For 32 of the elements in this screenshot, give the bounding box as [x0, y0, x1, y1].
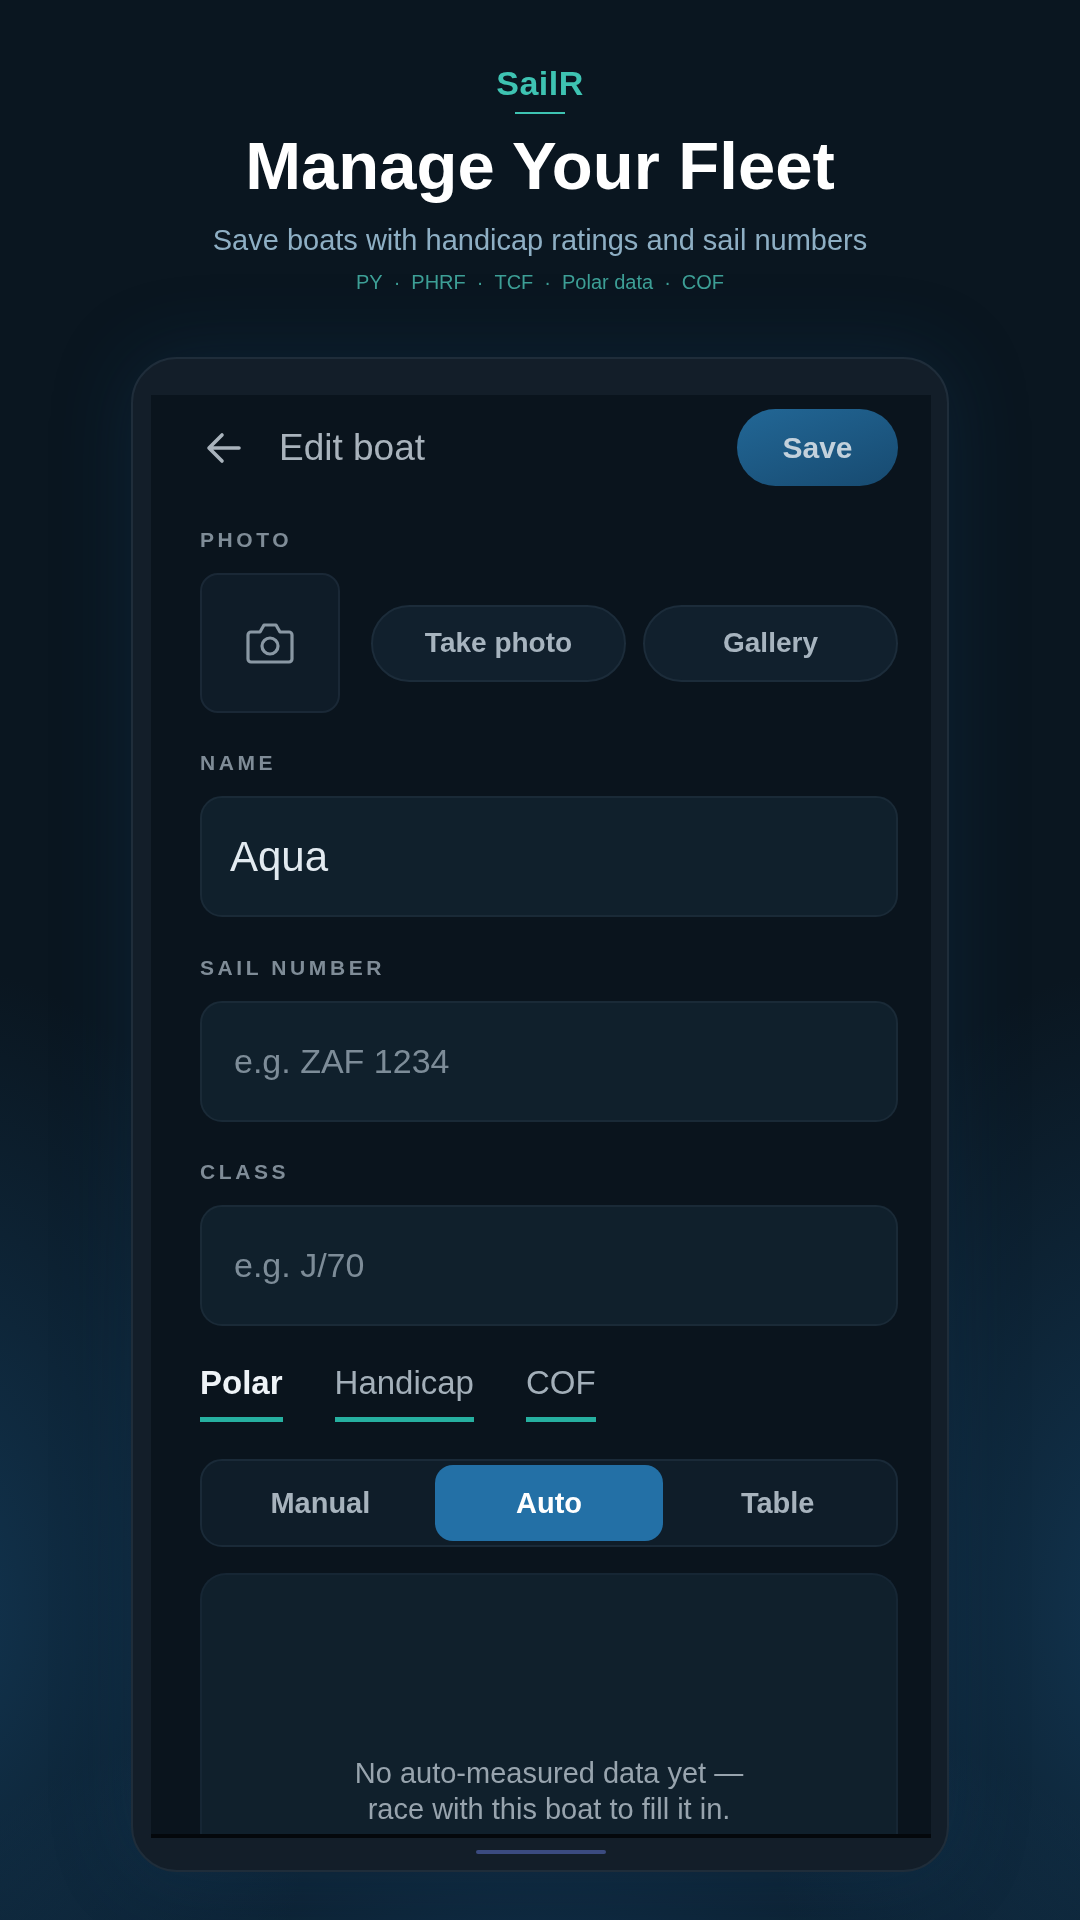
photo-slot[interactable]	[200, 573, 340, 713]
tag-separator: ·	[664, 270, 671, 295]
photo-source-button[interactable]: Gallery	[643, 604, 898, 682]
text-input-field[interactable]: e.g. ZAF 1234	[200, 1001, 898, 1122]
feature-tag: Polar data	[562, 269, 654, 295]
feature-tag: TCF	[494, 269, 534, 295]
mode-option[interactable]: Table	[663, 1465, 892, 1541]
tag-separator: ·	[393, 270, 401, 295]
field-label: PHOTO	[200, 527, 293, 553]
field-label: SAIL NUMBER	[200, 955, 386, 981]
photo-source-button[interactable]: Take photo	[371, 604, 626, 682]
mode-option[interactable]: Manual	[206, 1465, 435, 1541]
empty-state-message: No auto-measured data yet — race with this boat to fill it in.	[353, 1756, 745, 1827]
text-input-field[interactable]: Aqua	[200, 796, 898, 917]
subtitle: Save boats with handicap ratings and sail numbers	[212, 223, 868, 258]
brand-name: SailR	[496, 63, 584, 103]
mode-option[interactable]: Auto	[434, 1465, 664, 1541]
screen-title: Edit boat	[279, 426, 426, 469]
tag-separator: ·	[544, 270, 551, 295]
tab[interactable]: Polar	[200, 1363, 283, 1422]
camera-icon	[246, 621, 294, 665]
tab[interactable]: Handicap	[334, 1363, 474, 1422]
feature-tag: COF	[681, 269, 725, 295]
text-input-field[interactable]: e.g. J/70	[200, 1205, 898, 1326]
tab[interactable]: COF	[526, 1363, 596, 1422]
tag-separator: ·	[476, 270, 484, 295]
field-label: CLASS	[200, 1159, 290, 1185]
feature-tag: PY	[355, 269, 383, 295]
field-label: NAME	[200, 750, 277, 776]
feature-tag: PHRF	[411, 269, 466, 295]
headline: Manage Your Fleet	[245, 128, 835, 204]
save-button[interactable]: Save	[737, 409, 898, 486]
